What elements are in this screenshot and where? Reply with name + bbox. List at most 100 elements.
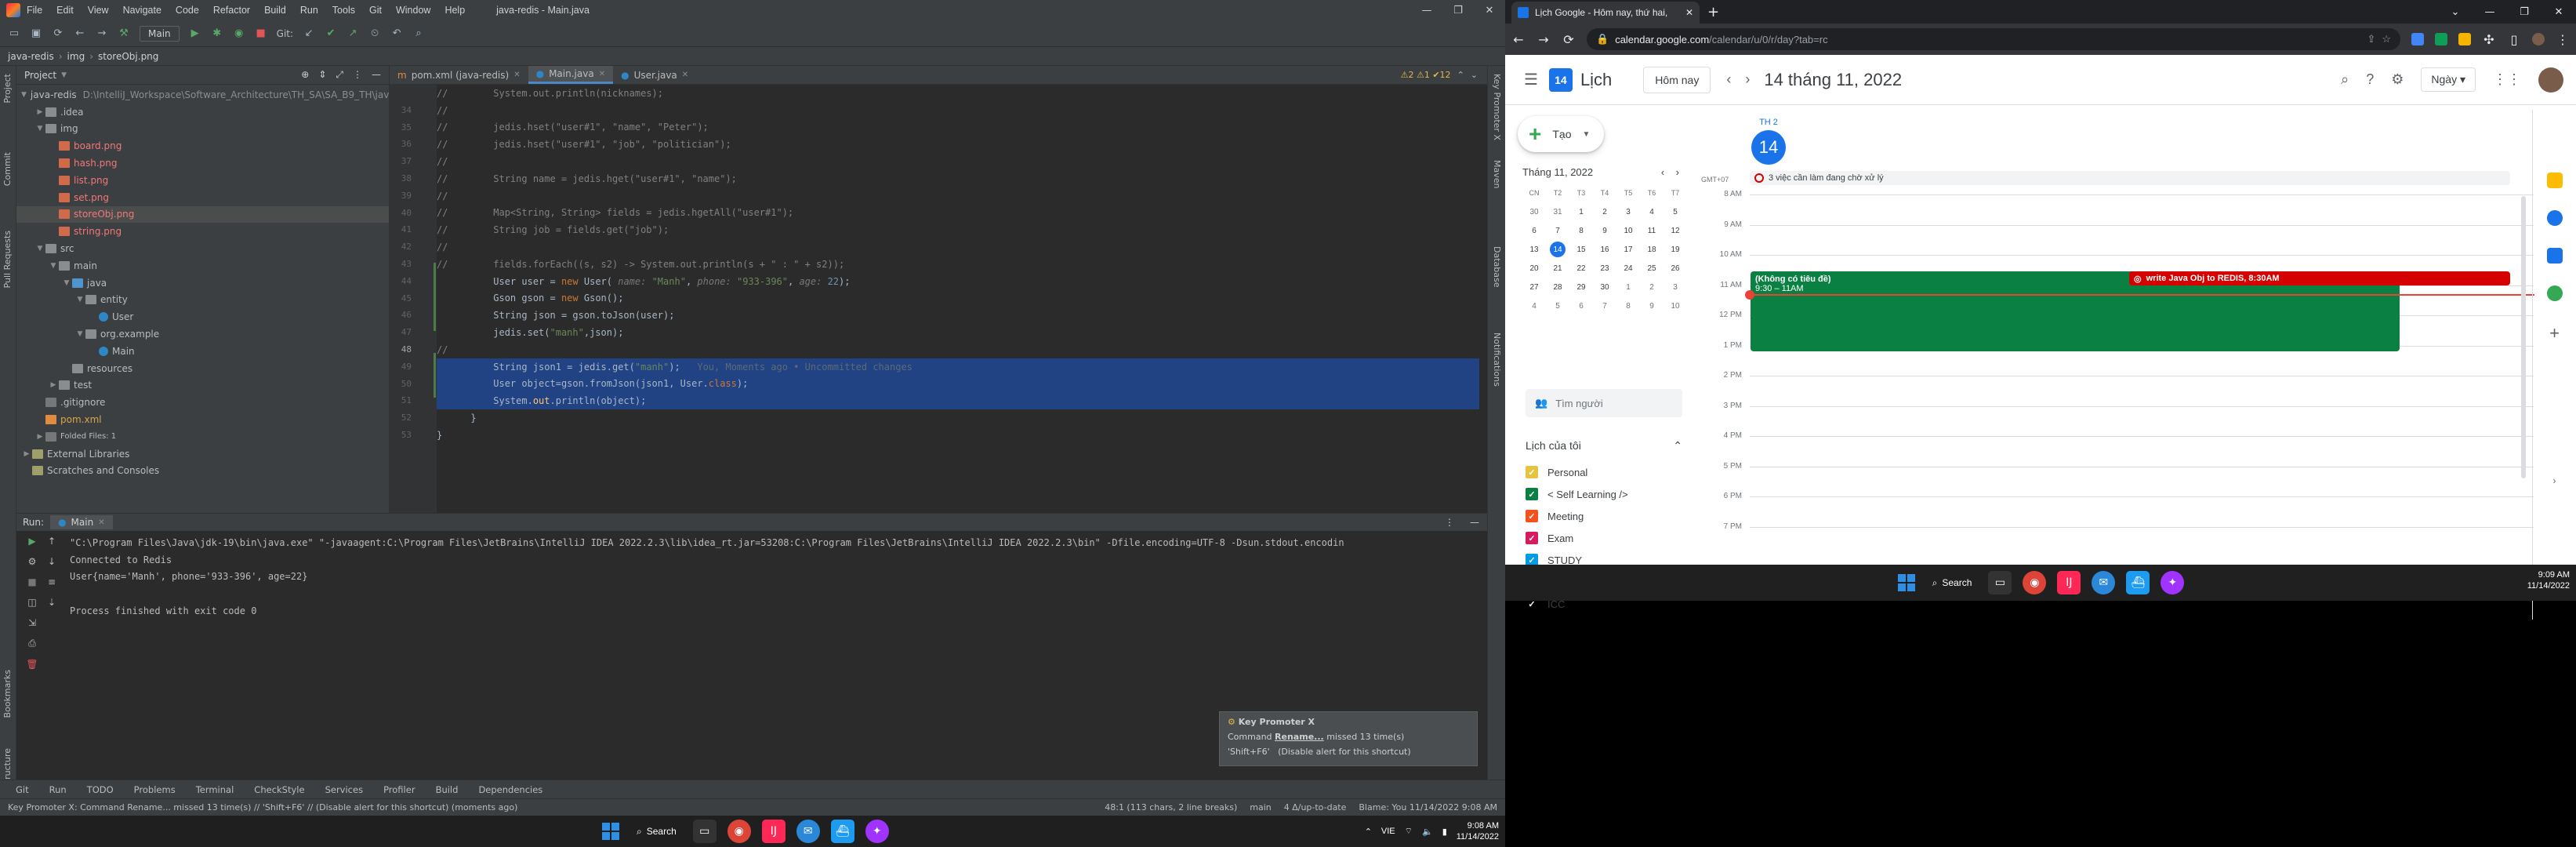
code-line[interactable]: // jedis.hset("user#1", "job", "politici…: [437, 136, 1479, 153]
chevron-down-icon[interactable]: ▼: [34, 245, 45, 253]
right-tool-notifications[interactable]: Notifications: [1492, 333, 1502, 387]
chevron-down-icon[interactable]: ▼: [74, 330, 85, 338]
options-icon[interactable]: ⋮: [353, 69, 362, 81]
inspection-counts[interactable]: ⚠2 ⚠1 ✔12: [1401, 70, 1451, 80]
tree-item[interactable]: ▼ java: [16, 274, 389, 292]
code-line[interactable]: System. out .println(object);: [437, 392, 1479, 410]
main-menu-icon[interactable]: ☰: [1524, 70, 1538, 89]
menu-item-window[interactable]: Window: [396, 5, 430, 16]
scroll-to-end-icon[interactable]: ⇣: [48, 597, 56, 608]
clock[interactable]: 9:08 AM 11/14/2022: [1457, 820, 1499, 842]
code-line[interactable]: //: [437, 102, 1479, 119]
inspection-widget[interactable]: ⚠2 ⚠1 ✔12 ⌃ ⌄: [1401, 66, 1487, 84]
code-line[interactable]: String json = gson.toJson(user);: [437, 307, 1479, 324]
calendar-logo-icon[interactable]: 14: [1548, 67, 1573, 92]
address-bar[interactable]: 🔒 calendar.google.com/calendar/u/0/r/day…: [1587, 28, 2400, 50]
hide-icon[interactable]: —: [1470, 517, 1487, 528]
notification-link[interactable]: Rename...: [1275, 732, 1324, 742]
tool-tab-services[interactable]: Services: [325, 784, 364, 795]
next-day-icon[interactable]: ›: [1745, 71, 1750, 88]
calendar-scrollbar[interactable]: [2521, 196, 2526, 478]
back-icon[interactable]: ←: [74, 27, 86, 40]
code-line[interactable]: String json1 = jedis.get("manh"); You, M…: [437, 358, 1479, 376]
search-everywhere-icon[interactable]: ⌕: [412, 27, 425, 40]
close-icon[interactable]: ✕: [1474, 0, 1505, 20]
status-widget[interactable]: main: [1250, 802, 1271, 812]
volume-icon[interactable]: 🔈: [1422, 827, 1433, 837]
up-icon[interactable]: ↑: [48, 536, 56, 547]
tree-item[interactable]: Main: [16, 343, 389, 360]
close-icon[interactable]: ✕: [682, 71, 688, 79]
left-tool-pull-requests[interactable]: Pull Requests: [2, 231, 13, 288]
day-number[interactable]: 14: [1751, 130, 1786, 165]
code-line[interactable]: //: [437, 153, 1479, 170]
previous-month-icon[interactable]: ‹: [1661, 166, 1664, 178]
stop-icon[interactable]: ■: [27, 576, 36, 587]
tree-item[interactable]: User: [16, 308, 389, 325]
tool-tab-run[interactable]: Run: [49, 784, 67, 795]
breadcrumb-item[interactable]: java-redis: [8, 51, 54, 62]
tree-item[interactable]: string.png: [16, 223, 389, 240]
tool-tab-build[interactable]: Build: [436, 784, 459, 795]
chevron-down-icon[interactable]: ▼: [61, 71, 67, 79]
options-icon[interactable]: ⋮: [1445, 517, 1464, 528]
chevron-right-icon[interactable]: ▶: [21, 450, 32, 458]
soft-wrap-icon[interactable]: ≡: [48, 576, 56, 587]
facebook-messenger-app-icon[interactable]: ✦: [2161, 571, 2185, 594]
bookmark-star-icon[interactable]: ☆: [2382, 33, 2391, 45]
facebook-messenger-app-icon[interactable]: ✦: [865, 820, 889, 843]
minimize-icon[interactable]: —: [1411, 0, 1442, 20]
messenger-app-icon[interactable]: ✉: [796, 820, 820, 843]
expand-all-icon[interactable]: ⤢: [336, 69, 343, 81]
plus-icon[interactable]: +: [2549, 323, 2560, 344]
close-icon[interactable]: ✕: [599, 70, 605, 78]
chrome-app-icon[interactable]: ◉: [727, 820, 751, 843]
debug-icon[interactable]: ✱: [211, 27, 223, 40]
settings-icon[interactable]: ⚙: [28, 556, 37, 567]
down-icon[interactable]: ↓: [48, 556, 56, 567]
code-line[interactable]: // jedis.hset("user#1", "name", "Peter")…: [437, 119, 1479, 136]
menu-item-git[interactable]: Git: [369, 5, 382, 16]
windows-start-icon[interactable]: [1897, 574, 1915, 591]
menu-item-refactor[interactable]: Refactor: [213, 5, 250, 16]
restore-layout-icon[interactable]: ⇲: [28, 617, 36, 628]
taskbar-search[interactable]: ⌕ Search: [626, 826, 688, 838]
apps-grid-icon[interactable]: ⋮⋮: [2493, 71, 2521, 88]
reload-icon[interactable]: ⟳: [1562, 32, 1576, 47]
previous-day-icon[interactable]: ‹: [1726, 71, 1731, 88]
wifi-icon[interactable]: ⌔: [1405, 826, 1413, 837]
chevron-down-icon[interactable]: ⌄: [1471, 70, 1478, 80]
tree-item[interactable]: Scratches and Consoles: [16, 463, 389, 480]
extension-icon[interactable]: [2458, 33, 2471, 45]
event-task[interactable]: ◎ write Java Obj to REDIS, 8:30AM: [2129, 271, 2510, 285]
status-widget[interactable]: 48:1 (113 chars, 2 line breaks): [1105, 802, 1237, 812]
code-line[interactable]: // String job = fields.get("job");: [437, 221, 1479, 238]
build-hammer-icon[interactable]: ⚒: [118, 27, 130, 40]
tree-item[interactable]: ▼ main: [16, 257, 389, 274]
chrome-menu-icon[interactable]: ⋮: [2556, 32, 2570, 47]
close-icon[interactable]: ✕: [1685, 7, 1693, 18]
code-line[interactable]: jedis.set("manh" ,json);: [437, 324, 1479, 341]
chevron-down-icon[interactable]: ⌄: [2438, 0, 2473, 24]
terminal-app-icon[interactable]: ▭: [692, 820, 717, 843]
extension-icon[interactable]: [2411, 33, 2424, 45]
minimize-icon[interactable]: —: [2473, 0, 2507, 24]
code-line[interactable]: User object=gson.fromJson(json1, User. cl…: [437, 375, 1479, 393]
chevron-right-icon[interactable]: ›: [2553, 475, 2556, 486]
share-icon[interactable]: ⇪: [2367, 33, 2375, 45]
chevron-down-icon[interactable]: ▼: [61, 279, 72, 287]
tree-item[interactable]: ▶ .idea: [16, 104, 389, 121]
menu-item-tools[interactable]: Tools: [332, 5, 355, 16]
left-tool-project[interactable]: Project: [2, 74, 13, 104]
editor-tab[interactable]: ● User.java ✕: [613, 66, 696, 84]
app-title[interactable]: Lịch: [1580, 70, 1612, 90]
history-icon[interactable]: ⏲: [368, 27, 381, 40]
forward-icon[interactable]: →: [1537, 32, 1551, 47]
code-line[interactable]: }: [437, 409, 1479, 427]
docker-app-icon[interactable]: ⛴: [2126, 571, 2150, 594]
code-line[interactable]: // String name = jedis.hget("user#1", "n…: [437, 170, 1479, 187]
menu-item-code[interactable]: Code: [176, 5, 199, 16]
tree-item[interactable]: ▶ test: [16, 377, 389, 394]
tool-tab-problems[interactable]: Problems: [134, 784, 176, 795]
pending-tasks-chip[interactable]: 3 việc cần làm đang chờ xử lý: [1750, 171, 2510, 185]
